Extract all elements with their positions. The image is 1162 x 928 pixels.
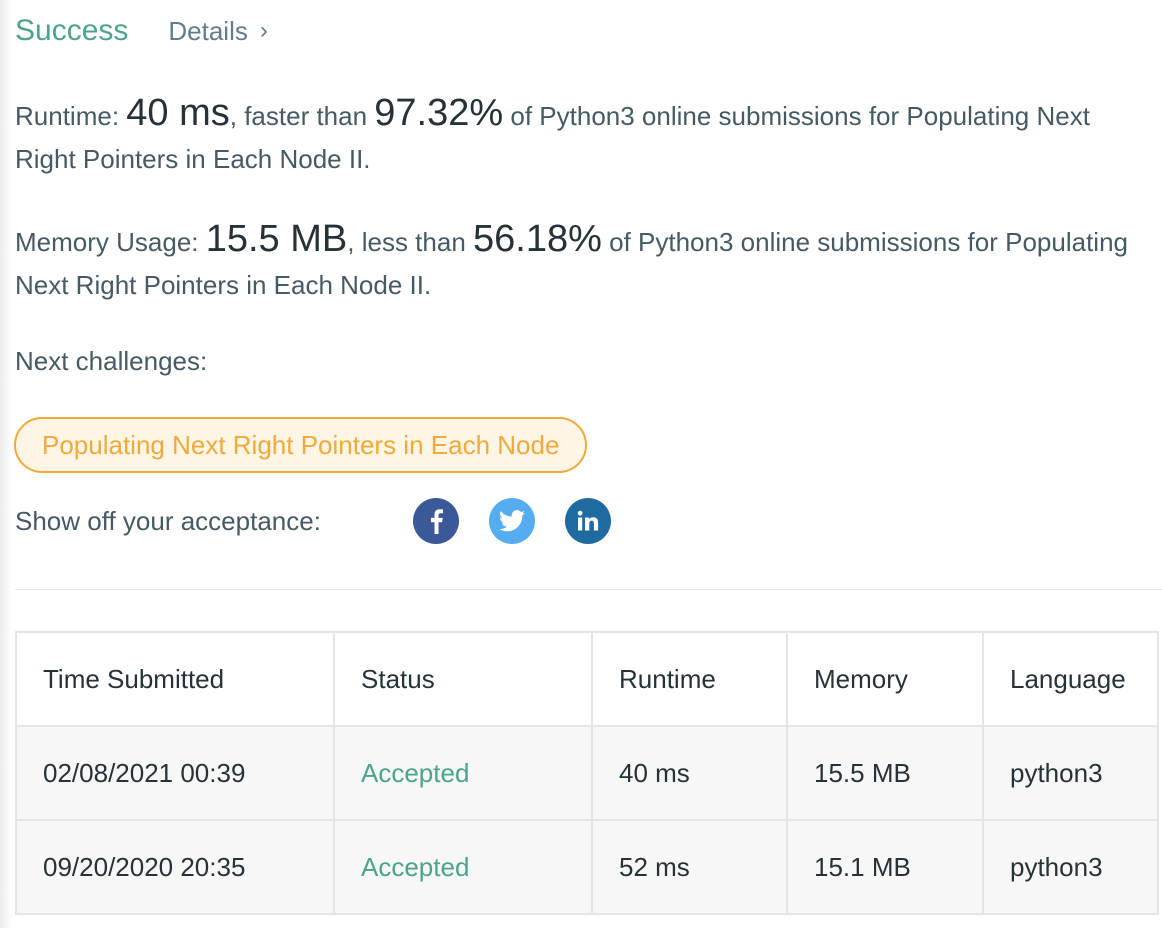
header-runtime: Runtime <box>591 631 788 727</box>
runtime-percent: 97.32% <box>374 92 504 134</box>
success-status: Success <box>15 14 129 47</box>
memory-percent: 56.18% <box>473 218 602 260</box>
cell-memory: 15.5 MB <box>786 725 984 821</box>
status-accepted-link[interactable]: Accepted <box>333 819 593 915</box>
memory-value: 15.5 MB <box>205 218 348 260</box>
header-memory: Memory <box>786 631 984 727</box>
cell-time: 02/08/2021 00:39 <box>15 725 335 821</box>
header-status: Status <box>333 631 593 727</box>
cell-runtime: 52 ms <box>591 819 788 915</box>
details-label: Details <box>168 15 248 46</box>
runtime-value: 40 ms <box>126 92 230 134</box>
runtime-mid-text: , faster than <box>229 101 375 131</box>
status-accepted-link[interactable]: Accepted <box>333 725 593 821</box>
share-label: Show off your acceptance: <box>15 505 321 536</box>
result-header: Success Details › <box>15 10 268 52</box>
header-time-submitted: Time Submitted <box>15 631 335 727</box>
share-row: Show off your acceptance: <box>15 496 641 546</box>
next-challenges-label: Next challenges: <box>15 346 208 376</box>
cell-language: python3 <box>982 725 1159 821</box>
details-link[interactable]: Details › <box>168 16 267 47</box>
cell-runtime: 40 ms <box>591 725 788 821</box>
linkedin-icon[interactable] <box>565 498 611 544</box>
facebook-icon[interactable] <box>413 498 459 544</box>
header-language: Language <box>982 631 1159 727</box>
cell-memory: 15.1 MB <box>786 819 984 915</box>
table-row: 02/08/2021 00:39 Accepted 40 ms 15.5 MB … <box>15 725 1159 821</box>
memory-label: Memory Usage: <box>15 227 206 257</box>
section-divider <box>15 589 1162 590</box>
chevron-right-icon: › <box>259 17 268 44</box>
left-edge-shade <box>0 0 12 928</box>
submissions-table: Time Submitted Status Runtime Memory Lan… <box>15 631 1159 915</box>
cell-language: python3 <box>982 819 1159 915</box>
memory-stat: Memory Usage: 15.5 MB, less than 56.18% … <box>15 218 1155 307</box>
table-row: 09/20/2020 20:35 Accepted 52 ms 15.1 MB … <box>15 819 1159 915</box>
table-header-row: Time Submitted Status Runtime Memory Lan… <box>15 631 1159 727</box>
cell-time: 09/20/2020 20:35 <box>15 819 335 915</box>
twitter-icon[interactable] <box>489 498 535 544</box>
memory-mid-text: , less than <box>347 227 473 257</box>
next-challenge-link[interactable]: Populating Next Right Pointers in Each N… <box>14 417 588 473</box>
runtime-stat: Runtime: 40 ms, faster than 97.32% of Py… <box>15 92 1155 181</box>
runtime-label: Runtime: <box>15 101 127 131</box>
